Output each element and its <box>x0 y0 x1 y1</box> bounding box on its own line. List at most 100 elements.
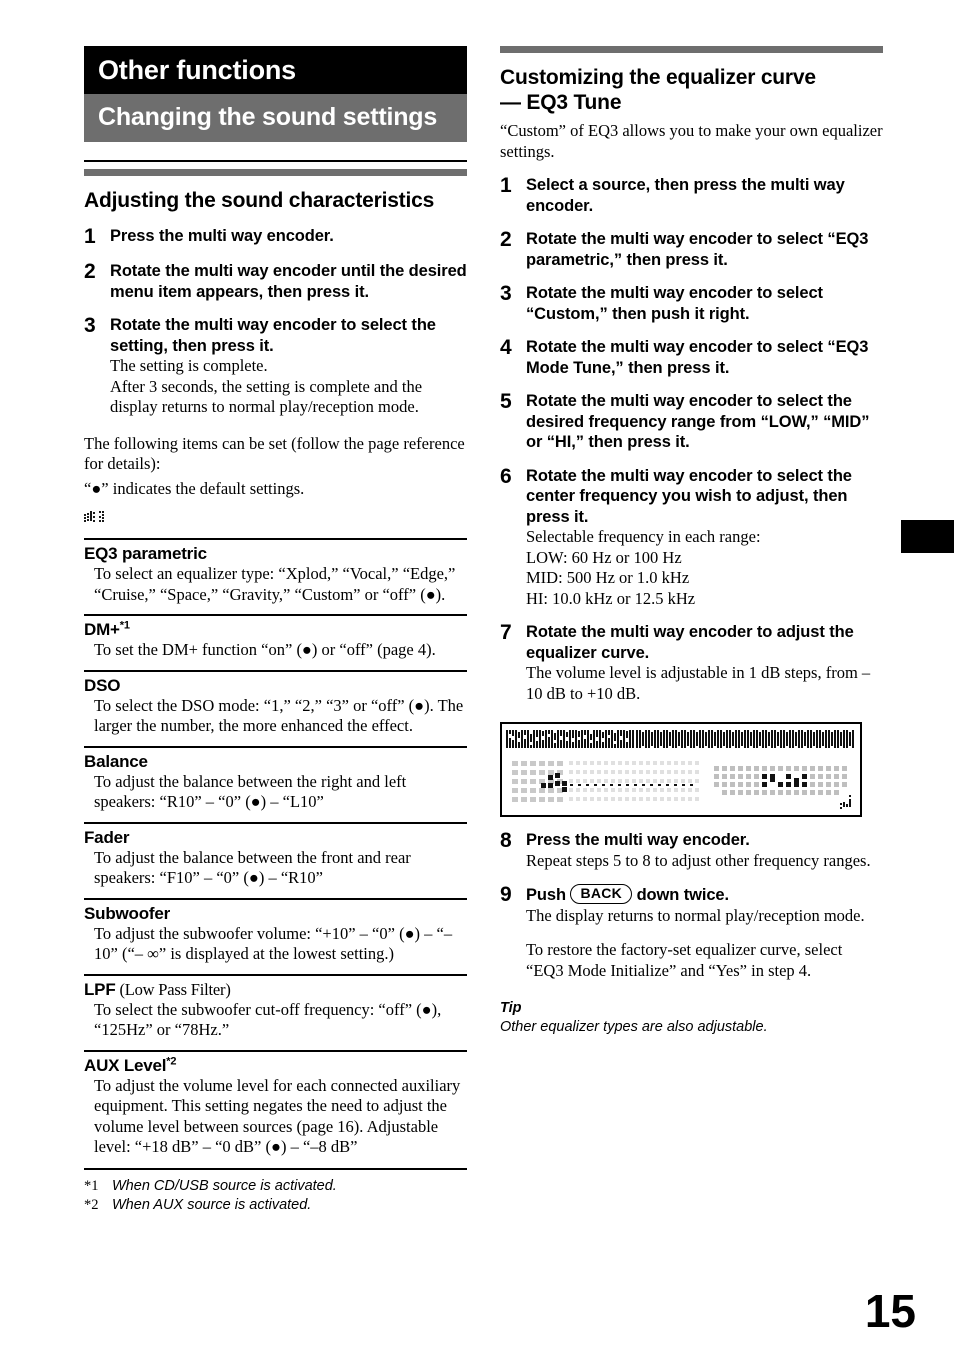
step-title: Select a source, then press the multi wa… <box>526 176 845 215</box>
setting-item: Fader To adjust the balance between the … <box>84 821 467 891</box>
setting-item: DM+*1 To set the DM+ function “on” (●) o… <box>84 614 467 663</box>
setting-label: Balance <box>84 751 148 771</box>
lcd-top-text-row <box>506 728 856 752</box>
setting-item: Balance To adjust the balance between th… <box>84 745 467 815</box>
chapter-banner: Other functions <box>84 46 467 94</box>
step-title-suffix: down twice. <box>632 886 730 904</box>
step-number: 4 <box>500 336 512 359</box>
step-content: Rotate the multi way encoder to select “… <box>526 337 883 378</box>
back-key-button[interactable]: BACK <box>570 884 633 904</box>
setting-label: AUX Level <box>84 1055 167 1075</box>
setting-label: EQ3 parametric <box>84 544 207 563</box>
step-title: Rotate the multi way encoder to adjust t… <box>526 623 854 662</box>
step-number: 3 <box>500 282 512 305</box>
lcd-left-waveform-panel <box>512 761 702 809</box>
section-title-line2: — EQ3 Tune <box>500 91 622 114</box>
step-title: Rotate the multi way encoder to select “… <box>526 230 869 269</box>
setting-description: To select the DSO mode: “1,” “2,” “3” or… <box>94 695 464 736</box>
step-content: Press the multi way encoder. Repeat step… <box>526 830 883 871</box>
section-rule-gray <box>500 46 883 53</box>
step-content: Rotate the multi way encoder to adjust t… <box>526 622 883 704</box>
page-number: 15 <box>864 1285 916 1337</box>
step-title: Rotate the multi way encoder to select “… <box>526 338 869 377</box>
footnote-item: *2 When AUX source is activated. <box>84 1196 467 1215</box>
step-number: 3 <box>84 314 96 337</box>
step-number: 5 <box>500 390 512 413</box>
step-description: MID: 500 Hz or 1.0 kHz <box>526 568 690 587</box>
setting-description: To adjust the volume level for each conn… <box>94 1075 461 1157</box>
step-content: Rotate the multi way encoder to select t… <box>526 466 883 610</box>
default-marker-note: “●” indicates the default settings. <box>84 478 305 498</box>
setting-label: Subwoofer <box>84 903 171 923</box>
setting-footnote-marker: *1 <box>119 619 130 632</box>
step-number: 2 <box>84 260 96 283</box>
setting-name: AUX Level*2 <box>84 1055 467 1076</box>
right-column: Customizing the equalizer curve — EQ3 Tu… <box>500 46 883 1037</box>
step-description: After 3 seconds, the setting is complete… <box>110 376 423 417</box>
footnote-item: *1 When CD/USB source is activated. <box>84 1177 467 1196</box>
setting-item: LPF (Low Pass Filter) To select the subw… <box>84 973 467 1043</box>
footnote-marker: *2 <box>84 1196 99 1213</box>
step-content: Rotate the multi way encoder to select “… <box>526 283 883 324</box>
step-description: Repeat steps 5 to 8 to adjust other freq… <box>526 850 871 870</box>
step-number: 1 <box>84 225 96 248</box>
step-content: Select a source, then press the multi wa… <box>526 175 883 216</box>
setting-label: DM+ <box>84 620 120 639</box>
step-title: Rotate the multi way encoder to select “… <box>526 284 823 323</box>
setting-name: Fader <box>84 827 467 848</box>
step-number: 9 <box>500 883 512 906</box>
step-extra-note: To restore the factory-set equalizer cur… <box>526 940 843 980</box>
tip-label: Tip <box>500 1000 522 1016</box>
footnote-list: *1 When CD/USB source is activated. *2 W… <box>84 1177 467 1215</box>
step-item: 3 Rotate the multi way encoder to select… <box>84 315 467 418</box>
section-title: Customizing the equalizer curve — EQ3 Tu… <box>500 65 883 115</box>
step-title: Rotate the multi way encoder to select t… <box>526 466 852 526</box>
step-content: Rotate the multi way encoder to select “… <box>526 229 883 270</box>
step-number: 7 <box>500 621 512 644</box>
lcd-corner-indicator-icon <box>840 795 854 811</box>
step-item: 7 Rotate the multi way encoder to adjust… <box>500 622 883 704</box>
step-number: 2 <box>500 228 512 251</box>
setting-label-suffix: (Low Pass Filter) <box>115 979 231 999</box>
setting-name: DM+*1 <box>84 619 467 640</box>
step-title-prefix: Push <box>526 886 571 904</box>
footnote-rule <box>84 1167 467 1170</box>
step-number: 8 <box>500 829 512 852</box>
setting-description: To select an equalizer type: “Xplod,” “V… <box>94 564 456 604</box>
step-content: Rotate the multi way encoder until the d… <box>110 261 467 302</box>
setting-description: To select the subwoofer cut-off frequenc… <box>94 999 442 1040</box>
setting-footnote-marker: *2 <box>166 1054 177 1067</box>
chapter-thumb-tab <box>901 520 954 553</box>
setting-label: Fader <box>84 827 130 847</box>
left-column: Other functions Changing the sound setti… <box>84 46 467 1215</box>
setting-item: Subwoofer To adjust the subwoofer volume… <box>84 897 467 967</box>
step-item: 1 Press the multi way encoder. <box>84 226 467 248</box>
heading-rule-thin <box>84 160 467 162</box>
setting-item: AUX Level*2 To adjust the volume level f… <box>84 1049 467 1160</box>
setting-name: EQ3 parametric <box>84 543 467 564</box>
setting-description: To adjust the balance between the right … <box>94 771 407 812</box>
setting-item: DSO To select the DSO mode: “1,” “2,” “3… <box>84 669 467 739</box>
setting-item: EQ3 parametric To select an equalizer ty… <box>84 538 467 607</box>
section-intro: “Custom” of EQ3 allows you to make your … <box>500 121 883 161</box>
section-title-line1: Customizing the equalizer curve <box>500 66 816 89</box>
step-content: Rotate the multi way encoder to select t… <box>526 391 883 453</box>
setting-name: Subwoofer <box>84 903 467 924</box>
step-item: 4 Rotate the multi way encoder to select… <box>500 337 883 378</box>
setting-label: DSO <box>84 675 121 695</box>
step-title: Rotate the multi way encoder to select t… <box>526 392 870 451</box>
intro-paragraph: The following items can be set (follow t… <box>84 433 465 474</box>
step-title: Rotate the multi way encoder to select t… <box>110 316 436 355</box>
lcd-dot-matrix-glyph <box>84 510 112 526</box>
footnote-text: When CD/USB source is activated. <box>112 1177 337 1194</box>
lcd-display-illustration <box>500 722 862 817</box>
step-item: 5 Rotate the multi way encoder to select… <box>500 391 883 453</box>
step-number: 1 <box>500 174 512 197</box>
step-title: Press the multi way encoder. <box>110 227 334 245</box>
section-banner: Changing the sound settings <box>84 94 467 142</box>
setting-description: To adjust the balance between the front … <box>94 847 411 888</box>
step-description: HI: 10.0 kHz or 12.5 kHz <box>526 588 696 608</box>
tip-text: Other equalizer types are also adjustabl… <box>500 1019 768 1035</box>
step-item: 2 Rotate the multi way encoder to select… <box>500 229 883 270</box>
step-title: Rotate the multi way encoder until the d… <box>110 262 467 301</box>
